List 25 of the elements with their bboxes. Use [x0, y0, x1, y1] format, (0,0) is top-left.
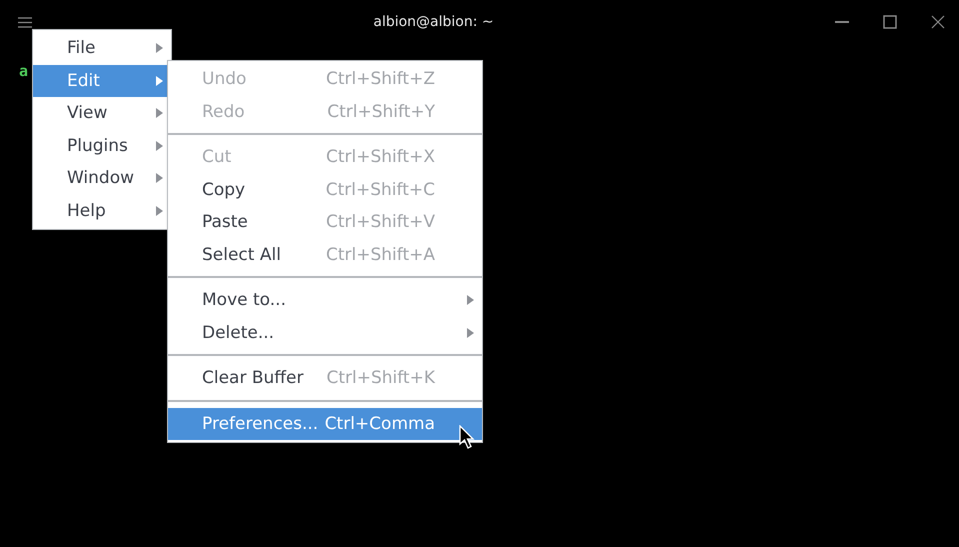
submenu-arrow-icon	[467, 295, 474, 306]
menu-item[interactable]: Copy Ctrl+Shift+C	[168, 174, 482, 206]
menu-item[interactable]: Clear Buffer Ctrl+Shift+K	[168, 362, 482, 394]
maximize-icon[interactable]	[883, 15, 897, 29]
submenu-arrow-icon	[156, 140, 163, 151]
menu-item[interactable]: Delete...	[168, 316, 482, 349]
menu-item[interactable]: File	[33, 32, 171, 64]
menu-item[interactable]: Select All Ctrl+Shift+A	[168, 238, 482, 271]
submenu-arrow-icon	[156, 206, 163, 216]
terminal-text: a	[19, 62, 28, 80]
submenu-arrow-icon	[156, 108, 163, 118]
submenu-arrow-icon	[156, 43, 163, 54]
submenu-arrow-icon	[467, 328, 474, 338]
menu-item[interactable]: Move to...	[168, 284, 482, 316]
close-icon[interactable]	[931, 15, 945, 29]
menu-item[interactable]: View	[33, 97, 171, 130]
submenu-arrow-icon	[156, 76, 163, 86]
menu-item[interactable]: Window	[33, 162, 171, 194]
menu-icon[interactable]	[18, 16, 32, 28]
minimize-icon[interactable]	[835, 20, 849, 24]
submenu-arrow-icon	[156, 173, 163, 184]
menu-item[interactable]: Paste Ctrl+Shift+V	[168, 206, 482, 238]
menu-item[interactable]: Plugins	[33, 130, 171, 162]
window-title: albion@albion: ~	[372, 14, 495, 30]
menu-item[interactable]: Help	[33, 194, 171, 227]
